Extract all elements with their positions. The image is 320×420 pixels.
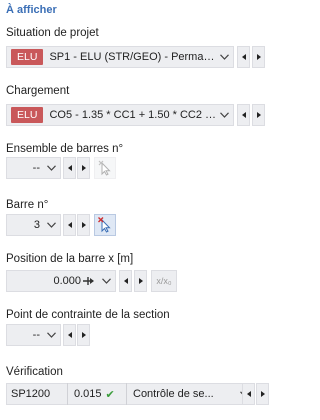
pick-member-set-button[interactable] (94, 157, 116, 179)
arrow-left-icon (241, 54, 246, 60)
member-position-value: 0.000 (53, 275, 81, 287)
verification-ratio: 0.015 (74, 388, 102, 400)
uls-badge: ELU (11, 107, 44, 123)
next-button[interactable] (252, 104, 265, 126)
stress-point-select[interactable]: -- (6, 324, 61, 346)
next-button[interactable] (77, 214, 90, 236)
loading-label: Chargement (6, 85, 70, 97)
verification-label: Vérification (6, 366, 63, 378)
cursor-pick-icon (98, 160, 111, 176)
verification-code: SP1200 (11, 388, 51, 400)
stress-point-value: -- (32, 329, 40, 341)
chevron-down-icon (99, 278, 113, 284)
member-set-label: Ensemble de barres n° (6, 143, 124, 155)
arrow-right-icon (256, 54, 261, 60)
chevron-down-icon (217, 112, 231, 118)
next-button[interactable] (134, 270, 147, 292)
cursor-pick-icon (98, 217, 111, 233)
design-situation-select[interactable]: ELU SP1 - ELU (STR/GEO) - Permane... (6, 46, 234, 68)
member-select[interactable]: 3 (6, 214, 61, 236)
relative-position-button[interactable]: x/x₀ (151, 270, 177, 292)
prev-button[interactable] (63, 214, 76, 236)
uls-badge: ELU (11, 49, 44, 65)
arrow-left-icon (67, 332, 72, 338)
arrow-left-icon (67, 165, 72, 171)
arrow-right-icon (260, 391, 265, 397)
member-value: 3 (33, 219, 40, 231)
verification-ratio-cell: 0.015 ✔ (68, 388, 126, 401)
check-icon: ✔ (105, 388, 115, 401)
arrow-right-icon (81, 222, 86, 228)
member-position-label: Position de la barre x [m] (6, 253, 134, 265)
member-set-value: -- (32, 162, 40, 174)
next-button[interactable] (256, 383, 269, 405)
member-position-select[interactable]: 0.000 (6, 270, 116, 292)
position-marker-icon (83, 277, 94, 285)
arrow-left-icon (123, 278, 128, 284)
stress-point-label: Point de contrainte de la section (6, 309, 170, 321)
arrow-left-icon (246, 391, 251, 397)
verification-type: Contrôle de se... (133, 388, 214, 400)
next-button[interactable] (77, 157, 90, 179)
member-set-select[interactable]: -- (6, 157, 61, 179)
arrow-right-icon (256, 112, 261, 118)
panel-title: À afficher (6, 4, 57, 16)
chevron-down-icon (44, 222, 58, 228)
prev-button[interactable] (63, 324, 76, 346)
chevron-down-icon (217, 54, 231, 60)
loading-select[interactable]: ELU CO5 - 1.35 * CC1 + 1.50 * CC2 +... (6, 104, 234, 126)
prev-button[interactable] (63, 157, 76, 179)
loading-value: CO5 - 1.35 * CC1 + 1.50 * CC2 +... (49, 109, 217, 121)
prev-button[interactable] (237, 104, 250, 126)
next-button[interactable] (77, 324, 90, 346)
member-label: Barre n° (6, 199, 49, 211)
prev-button[interactable] (119, 270, 132, 292)
design-situation-value: SP1 - ELU (STR/GEO) - Permane... (49, 51, 217, 63)
design-situation-label: Situation de projet (6, 27, 99, 39)
pick-member-button[interactable] (94, 214, 116, 236)
prev-button[interactable] (242, 383, 255, 405)
next-button[interactable] (252, 46, 265, 68)
arrow-right-icon (81, 332, 86, 338)
chevron-down-icon (44, 165, 58, 171)
arrow-left-icon (67, 222, 72, 228)
arrow-right-icon (138, 278, 143, 284)
arrow-right-icon (81, 165, 86, 171)
prev-button[interactable] (237, 46, 250, 68)
arrow-left-icon (241, 112, 246, 118)
verification-select[interactable]: SP1200 0.015 ✔ Contrôle de se... (6, 383, 254, 405)
chevron-down-icon (44, 332, 58, 338)
